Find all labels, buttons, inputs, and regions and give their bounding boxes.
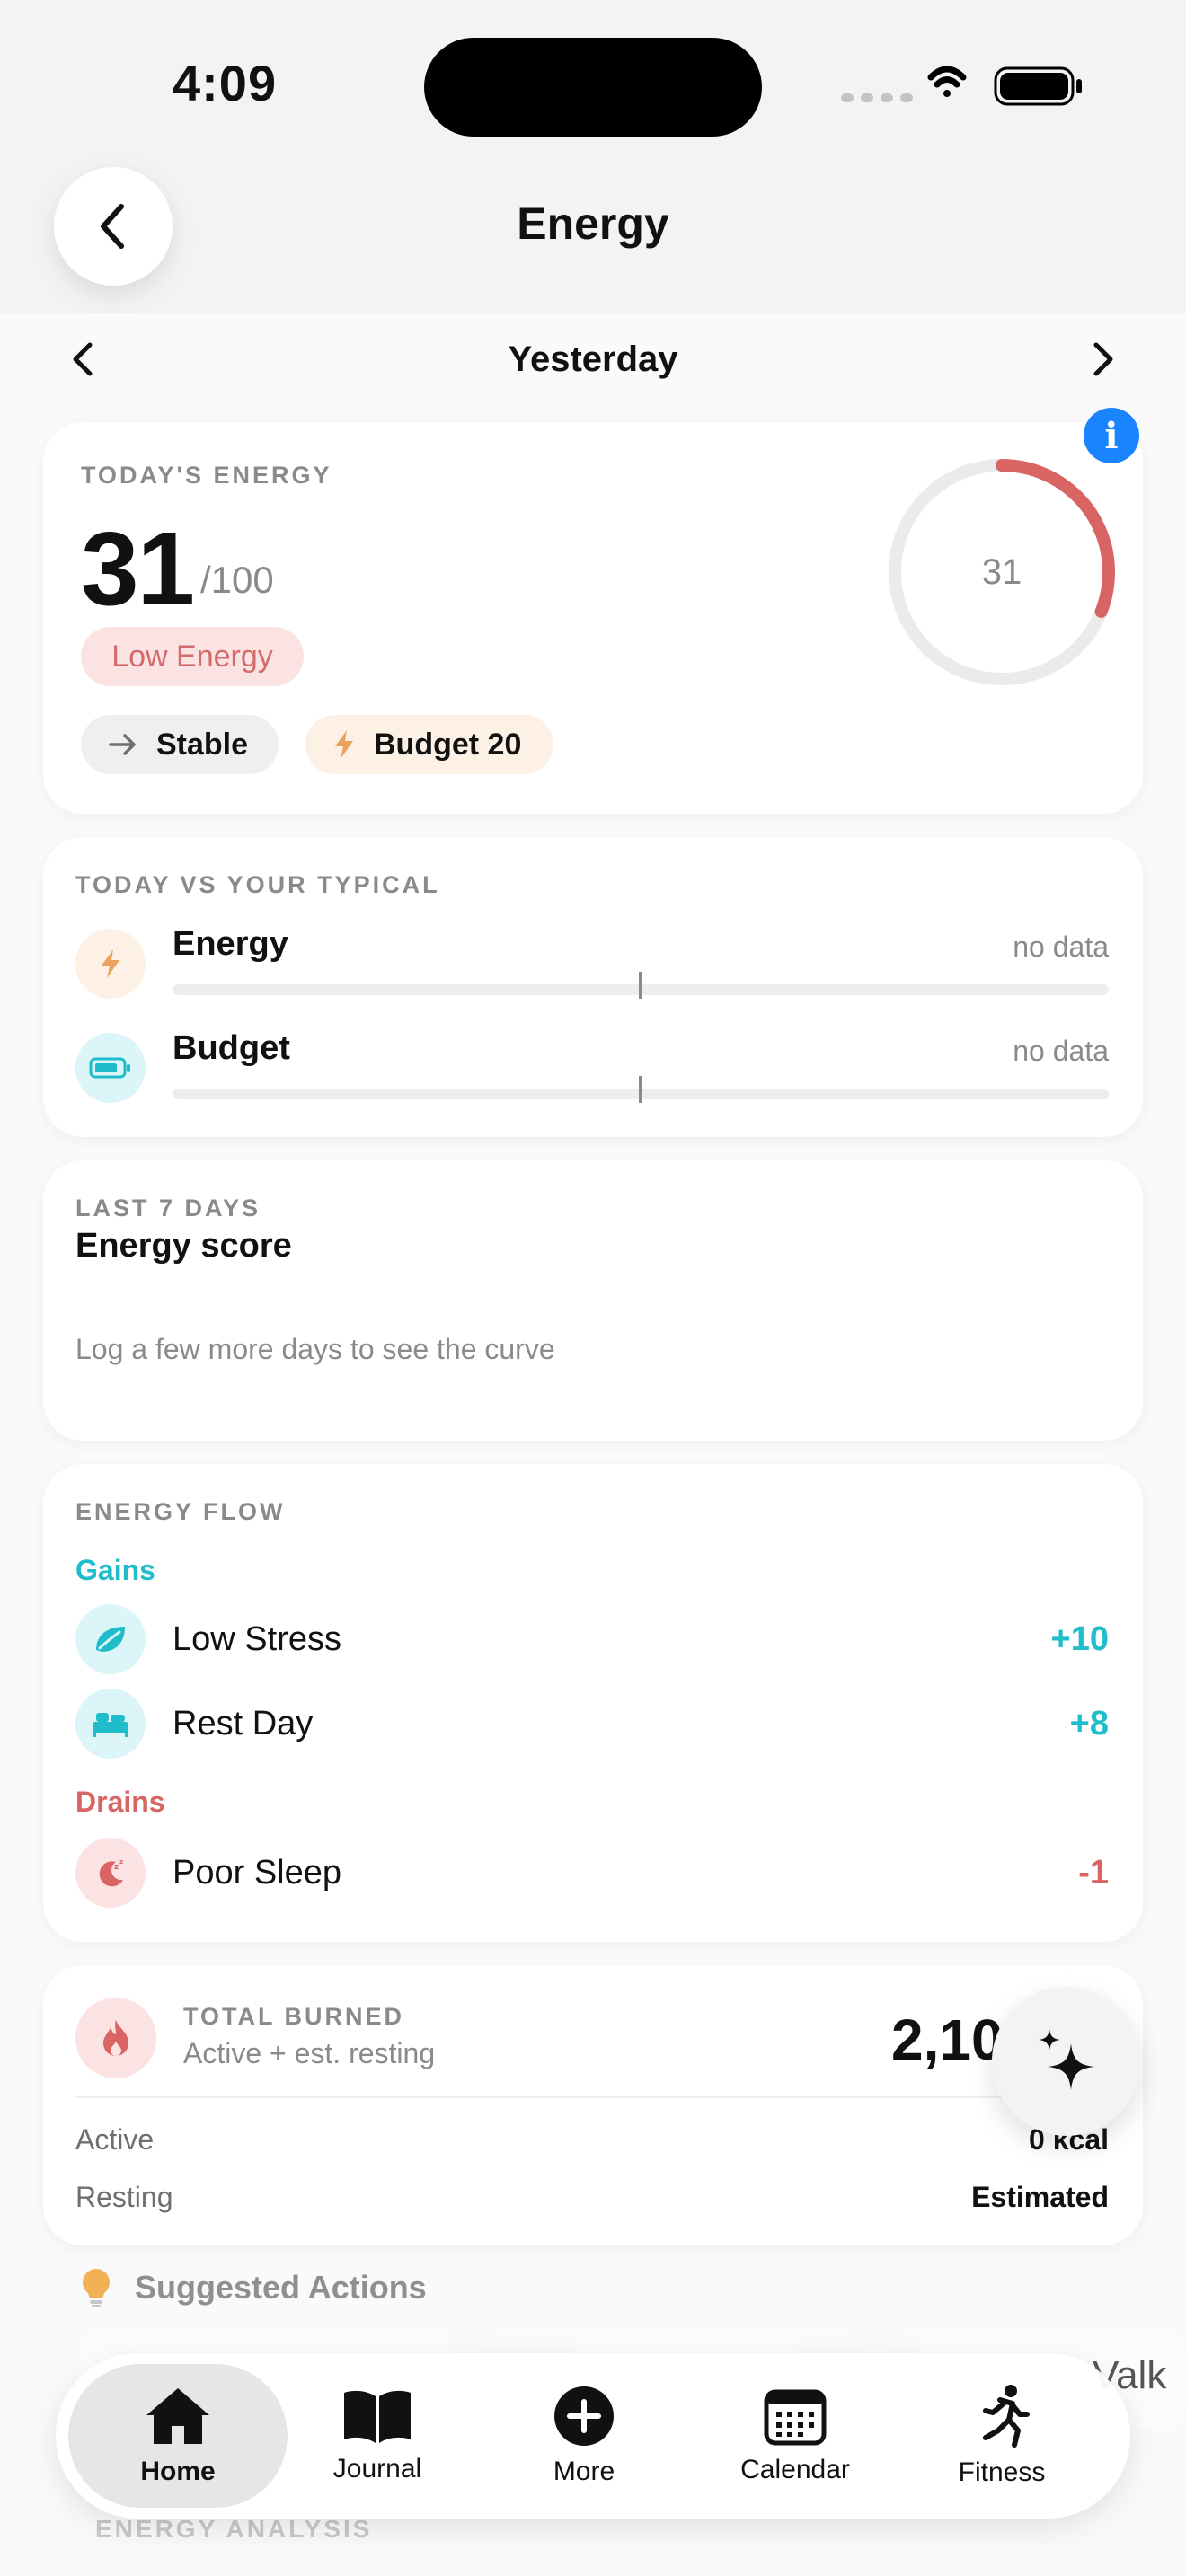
tab-label: Fitness [958,2457,1046,2487]
battery-icon [75,1033,146,1103]
page-title: Energy [517,198,669,249]
last7-eyebrow: LAST 7 DAYS [75,1195,261,1222]
budget-chip[interactable]: Budget 20 [305,715,553,774]
active-label: Active [75,2123,155,2156]
tab-journal[interactable]: Journal [296,2364,458,2508]
gain-value: +10 [1050,1620,1109,1658]
gain-name: Low Stress [173,1620,341,1658]
tab-home[interactable]: Home [68,2364,288,2508]
metric-name: Energy [173,925,288,963]
nav-header: Energy [0,162,1186,313]
wifi-icon [927,66,967,97]
gains-label: Gains [75,1554,155,1586]
energy-score-max: /100 [200,559,274,601]
trend-label: Stable [156,727,249,762]
resting-label: Resting [75,2181,173,2213]
metric-track [173,972,1109,999]
suggested-actions-header: Suggested Actions [81,2263,427,2312]
tab-more[interactable]: More [503,2364,665,2508]
status-bar: 4:09 [0,0,1186,162]
drain-name: Poor Sleep [173,1854,342,1892]
energy-flow-card: ENERGY FLOW Gains Low Stress +10 Rest Da… [43,1464,1143,1942]
energy-score: 31 [81,510,195,627]
metric-value: no data [1013,931,1109,963]
today-energy-eyebrow: TODAY'S ENERGY [81,462,332,489]
battery-status-icon [994,66,1082,106]
divider [75,2096,1111,2098]
lightbulb-icon [83,2269,110,2307]
energy-ring: 31 [884,454,1120,690]
typical-comparison-card: TODAY VS YOUR TYPICAL Energy no data Bud… [43,837,1143,1137]
date-label: Yesterday [508,340,678,379]
tab-label: More [553,2457,615,2486]
ai-assistant-button[interactable] [992,1987,1141,2136]
budget-label: Budget 20 [374,727,522,762]
gain-value: +8 [1069,1705,1109,1742]
last7-title: Energy score [75,1227,292,1265]
gain-name: Rest Day [173,1705,314,1742]
status-icons [841,66,1082,106]
tab-calendar[interactable]: Calendar [701,2364,890,2508]
dynamic-island [424,38,762,137]
flame-icon [75,1998,156,2078]
tab-fitness[interactable]: Fitness [916,2364,1087,2508]
metric-track [173,1076,1109,1103]
flow-eyebrow: ENERGY FLOW [75,1498,286,1525]
tab-label: Home [140,2457,216,2486]
total-burned-card: TOTAL BURNED Active + est. resting 2,10 … [43,1965,1143,2245]
last7-empty-message: Log a few more days to see the curve [75,1333,555,1365]
home-icon [146,2388,209,2444]
lightning-icon [335,730,353,759]
info-button[interactable]: i [1084,408,1139,463]
bed-icon [75,1689,146,1759]
burned-subtitle: Active + est. resting [183,2037,436,2069]
last-7-days-card: LAST 7 DAYS Energy score Log a few more … [43,1160,1143,1441]
suggested-actions-label: Suggested Actions [135,2269,427,2306]
energy-analysis-eyebrow: ENERGY ANALYSIS [95,2515,373,2543]
metric-value: no data [1013,1035,1109,1067]
signal-icon [841,93,913,102]
energy-level-badge: Low Energy [81,627,304,686]
tab-label: Journal [332,2454,422,2483]
burned-total: 2,10 [891,2007,1004,2072]
leaf-icon [75,1604,146,1674]
typical-eyebrow: TODAY VS YOUR TYPICAL [75,871,440,898]
info-icon: i [1104,414,1119,457]
date-navigator: Yesterday [0,313,1186,402]
sparkle-icon [1039,2029,1094,2090]
next-day-button[interactable] [1080,338,1123,381]
plus-circle-icon [554,2386,614,2446]
svg-text:z: z [114,1863,119,1872]
status-time: 4:09 [173,55,278,111]
tab-label: Calendar [740,2455,850,2484]
drain-value: -1 [1078,1854,1109,1892]
energy-ring-value: 31 [981,551,1022,592]
tab-bar: Home Journal More Calendar Fitness [56,2353,1130,2519]
running-icon [983,2385,1030,2448]
book-icon [344,2390,411,2443]
resting-value: Estimated [971,2181,1109,2213]
svg-text:z: z [119,1858,123,1866]
drains-label: Drains [75,1786,165,1818]
today-energy-card: TODAY'S ENERGY 31 /100 Low Energy Stable… [43,422,1143,814]
arrow-right-icon [109,734,136,755]
calendar-icon [764,2389,827,2446]
moon-sleep-icon: z z [75,1838,146,1908]
burned-eyebrow: TOTAL BURNED [183,2003,405,2030]
lightning-icon [75,929,146,999]
trend-chip[interactable]: Stable [81,715,279,774]
metric-name: Budget [173,1029,290,1067]
